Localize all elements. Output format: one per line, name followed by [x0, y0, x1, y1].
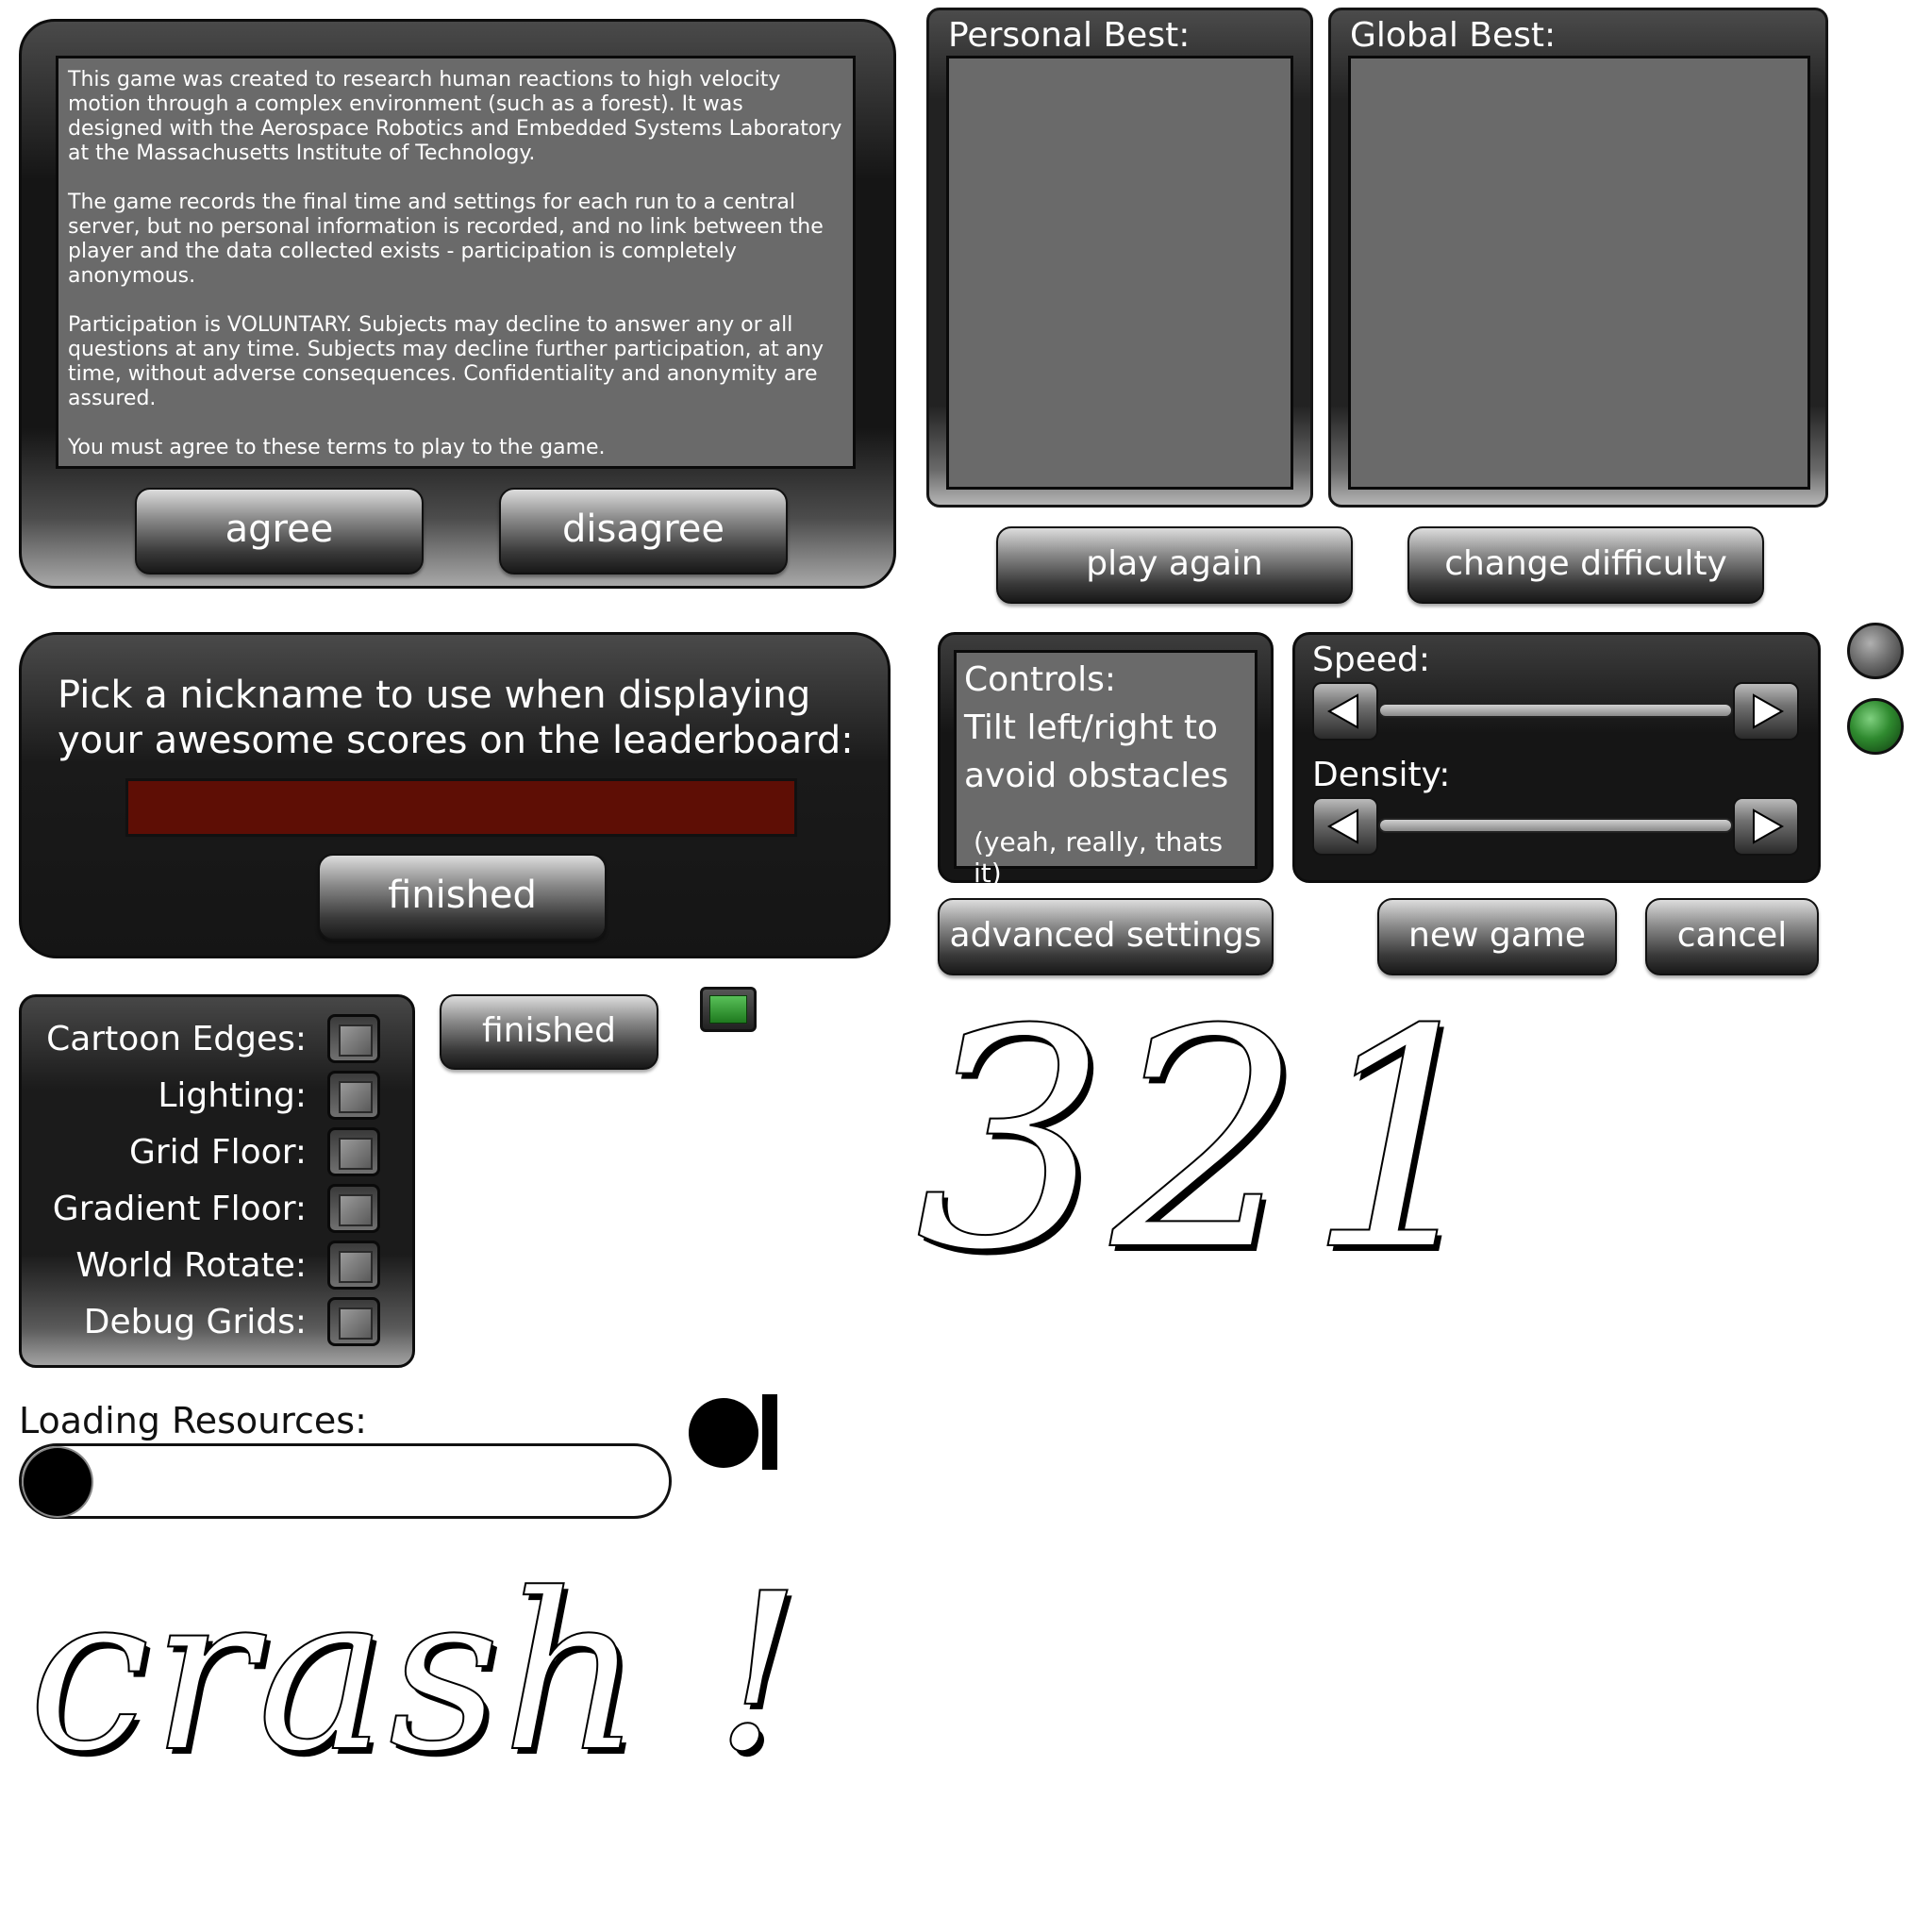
personal-best-panel: Personal Best: — [926, 8, 1313, 508]
loading-label: Loading Resources: — [19, 1400, 367, 1441]
nickname-prompt-line: Pick a nickname to use when displaying — [58, 674, 811, 717]
advanced-settings-button[interactable]: advanced settings — [938, 898, 1274, 975]
green-indicator-light — [709, 995, 747, 1024]
option-checkbox[interactable] — [327, 1184, 380, 1233]
option-checkbox[interactable] — [327, 1297, 380, 1346]
consent-paragraph: This game was created to research human … — [68, 68, 842, 165]
countdown-text: 321 — [914, 966, 1503, 1317]
nickname-input[interactable] — [125, 778, 797, 837]
consent-text: This game was created to research human … — [68, 68, 843, 460]
speed-decrease-button[interactable] — [1312, 682, 1378, 741]
controls-note: (yeah, really, thats it) — [974, 826, 1224, 889]
option-label: World Rotate: — [75, 1246, 307, 1285]
loading-bar-knob — [24, 1448, 92, 1516]
density-increase-button[interactable] — [1733, 797, 1799, 856]
global-best-panel: Global Best: — [1328, 8, 1828, 508]
advanced-options-panel: Cartoon Edges: Lighting: Grid Floor: Gra… — [19, 994, 415, 1368]
density-slider-track[interactable] — [1378, 818, 1733, 833]
controls-line: avoid obstacles — [964, 757, 1229, 795]
arrow-left-icon — [1326, 808, 1358, 844]
consent-paragraph: The game records the final time and sett… — [68, 191, 824, 288]
option-label: Grid Floor: — [128, 1133, 307, 1172]
consent-text-box: This game was created to research human … — [56, 56, 856, 469]
advanced-finished-button[interactable]: finished — [440, 994, 658, 1070]
nickname-prompt-line: your awesome scores on the leaderboard: — [58, 719, 854, 762]
option-checkbox[interactable] — [327, 1071, 380, 1120]
option-label: Gradient Floor: — [52, 1190, 307, 1228]
consent-panel: This game was created to research human … — [19, 19, 896, 589]
nickname-finished-button[interactable]: finished — [318, 854, 607, 941]
loading-dot-icon — [689, 1398, 758, 1468]
option-label: Lighting: — [158, 1076, 307, 1115]
agree-button[interactable]: agree — [135, 488, 424, 575]
difficulty-panel: Speed: Density: — [1292, 632, 1821, 883]
loading-bar — [19, 1443, 672, 1519]
speed-increase-button[interactable] — [1733, 682, 1799, 741]
personal-best-title: Personal Best: — [948, 16, 1191, 55]
status-led-grey — [1847, 623, 1904, 679]
controls-text-box: Controls: Tilt left/right to avoid obsta… — [954, 650, 1257, 889]
new-game-button[interactable]: new game — [1377, 898, 1617, 975]
density-decrease-button[interactable] — [1312, 797, 1378, 856]
cancel-button[interactable]: cancel — [1645, 898, 1819, 975]
play-again-button[interactable]: play again — [996, 526, 1353, 604]
disagree-button[interactable]: disagree — [499, 488, 788, 575]
option-checkbox[interactable] — [327, 1241, 380, 1290]
density-label: Density: — [1312, 756, 1451, 794]
controls-title: Controls: — [964, 660, 1117, 699]
arrow-left-icon — [1326, 693, 1358, 729]
global-best-title: Global Best: — [1350, 16, 1557, 55]
speed-slider-track[interactable] — [1378, 703, 1733, 718]
nickname-prompt: Pick a nickname to use when displaying y… — [58, 673, 854, 763]
consent-paragraph: You must agree to these terms to play to… — [68, 436, 606, 459]
status-led-green — [1847, 698, 1904, 755]
option-label: Cartoon Edges: — [46, 1020, 307, 1058]
arrow-right-icon — [1753, 693, 1785, 729]
nickname-panel: Pick a nickname to use when displaying y… — [19, 632, 891, 958]
speed-label: Speed: — [1312, 641, 1430, 679]
change-difficulty-button[interactable]: change difficulty — [1407, 526, 1764, 604]
option-label: Debug Grids: — [83, 1303, 307, 1341]
option-checkbox[interactable] — [327, 1014, 380, 1063]
personal-best-list — [946, 56, 1293, 490]
global-best-list — [1348, 56, 1810, 490]
crash-text: crash ! — [27, 1548, 804, 1800]
controls-line: Tilt left/right to — [964, 708, 1219, 747]
consent-paragraph: Participation is VOLUNTARY. Subjects may… — [68, 313, 824, 410]
loading-bar-icon — [762, 1394, 777, 1470]
arrow-right-icon — [1753, 808, 1785, 844]
option-checkbox[interactable] — [327, 1127, 380, 1176]
green-indicator — [700, 987, 757, 1032]
controls-panel: Controls: Tilt left/right to avoid obsta… — [938, 632, 1274, 889]
